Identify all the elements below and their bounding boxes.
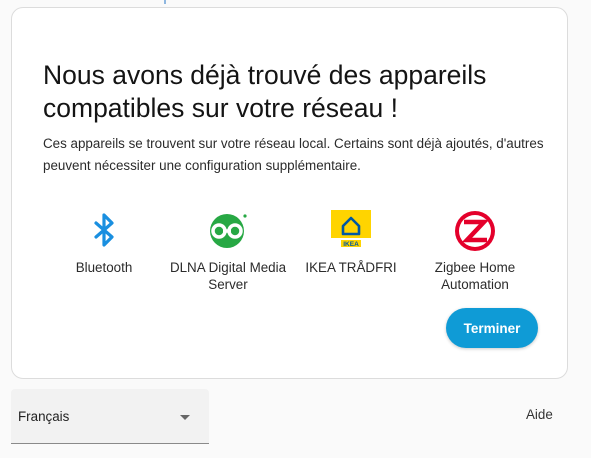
- zigbee-icon: [453, 208, 497, 252]
- help-link[interactable]: Aide: [526, 407, 553, 422]
- ikea-logo-text: IKEA: [343, 241, 359, 248]
- integration-label: Bluetooth: [75, 260, 133, 275]
- language-select-value: Français: [18, 409, 70, 424]
- integration-bluetooth: Bluetooth: [44, 208, 164, 276]
- language-select[interactable]: Français: [11, 389, 209, 444]
- page-description: Ces appareils se trouvent sur votre rése…: [43, 136, 544, 173]
- integration-label: DLNA Digital Media Server: [169, 260, 287, 292]
- integration-zigbee: Zigbee Home Automation: [415, 208, 535, 293]
- page-title: Nous avons déjà trouvé des appareils com…: [43, 60, 487, 123]
- dlna-icon: [206, 208, 250, 252]
- top-edge-mark: [164, 0, 166, 4]
- finish-button[interactable]: Terminer: [446, 308, 538, 348]
- onboarding-card: Nous avons déjà trouvé des appareils com…: [11, 7, 568, 379]
- integration-label: IKEA TRÅDFRI: [305, 260, 397, 275]
- integration-ikea: IKEA IKEA TRÅDFRI: [291, 208, 411, 276]
- bluetooth-icon: [82, 208, 126, 252]
- integration-label: Zigbee Home Automation: [434, 260, 516, 292]
- ikea-logo-icon: IKEA: [329, 208, 373, 252]
- integration-dlna: DLNA Digital Media Server: [168, 208, 288, 293]
- chevron-down-icon: [180, 415, 190, 420]
